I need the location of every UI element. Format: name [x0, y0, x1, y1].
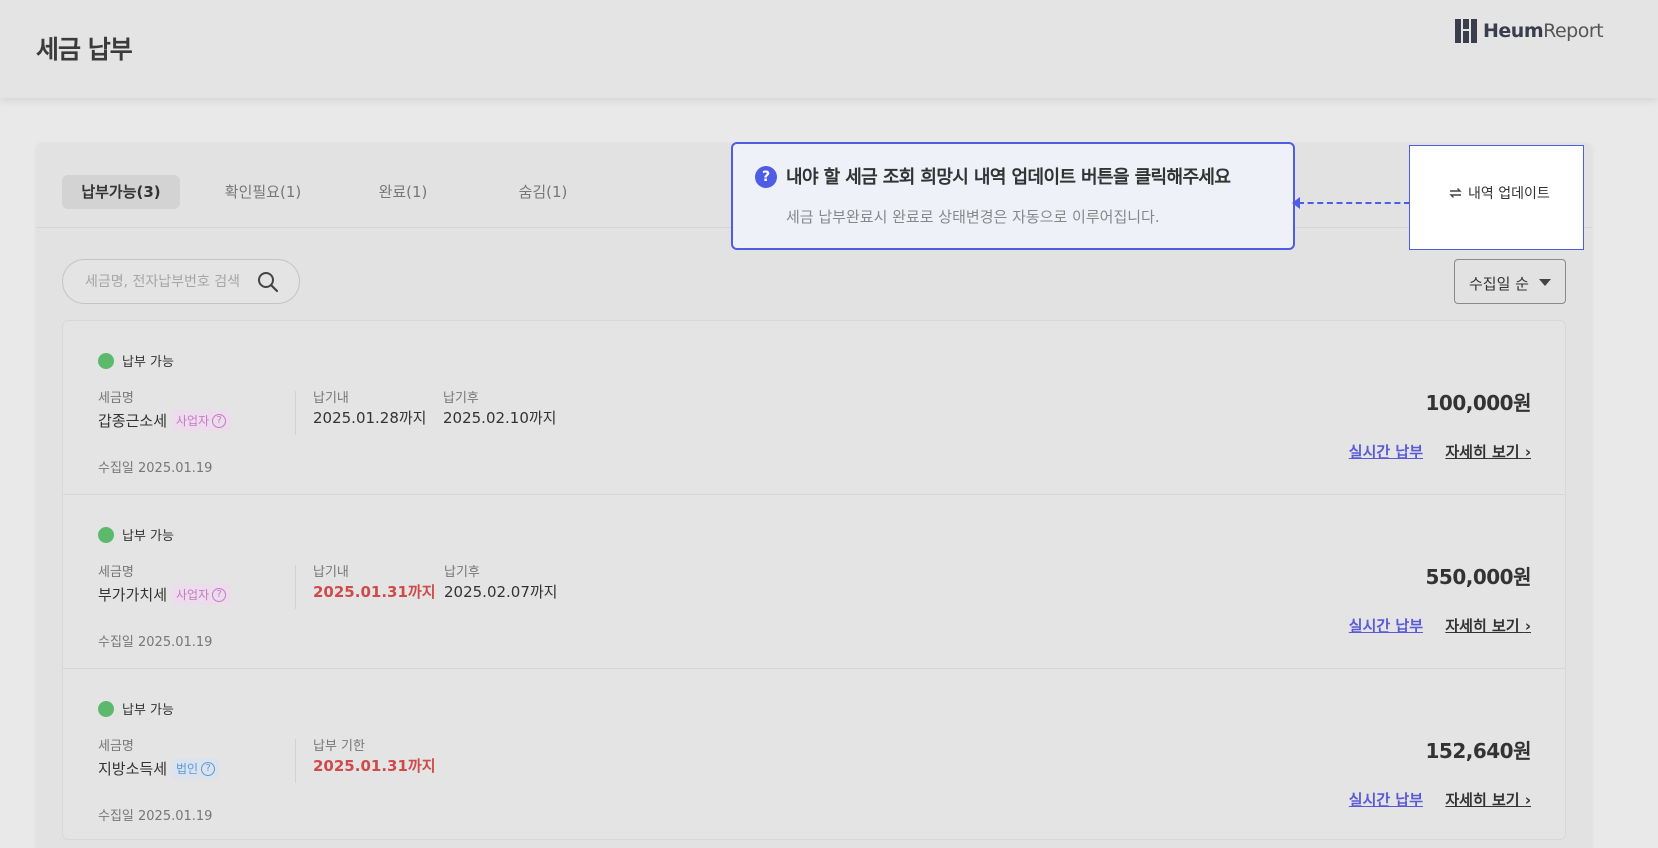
list-item: 납부 가능 세금명 부가가치세 사업자? 납기내 2025.01.31까지 납기… [63, 495, 1565, 669]
sort-selected: 수집일 순 [1469, 275, 1529, 293]
detail-link[interactable]: 자세히 보기 › [1445, 789, 1531, 810]
realtime-pay-link[interactable]: 실시간 납부 [1349, 441, 1423, 462]
divider [295, 739, 296, 783]
refresh-icon [1449, 188, 1462, 198]
realtime-pay-link[interactable]: 실시간 납부 [1349, 789, 1423, 810]
tag-corporate[interactable]: 법인? [172, 758, 220, 779]
question-icon: ? [755, 166, 777, 188]
name-label: 세금명 [98, 565, 134, 580]
divider [295, 391, 296, 435]
help-icon: ? [212, 413, 227, 428]
collected-date: 수집일 2025.01.19 [98, 809, 213, 824]
due-before-date: 2025.01.28까지 [313, 409, 427, 427]
status-dot-icon [98, 700, 114, 717]
due-after-label: 납기후 [444, 565, 480, 580]
due-before-label: 납기내 [313, 391, 349, 406]
list-item: 납부 가능 세금명 갑종근소세 사업자? 납기내 2025.01.28까지 납기… [63, 321, 1565, 495]
search-input[interactable] [85, 271, 255, 293]
tax-name: 갑종근소세 사업자? [98, 410, 231, 431]
help-icon: ? [201, 761, 216, 776]
due-after-date: 2025.02.07까지 [444, 583, 558, 601]
chevron-right-icon: › [1524, 791, 1531, 809]
tax-name: 지방소득세 법인? [98, 758, 220, 779]
logo-text: HeumReport [1483, 20, 1604, 42]
tag-business[interactable]: 사업자? [172, 410, 231, 431]
pointer-dashed-line [1298, 202, 1410, 204]
divider [295, 565, 296, 609]
status-badge: 납부 가능 [98, 525, 174, 544]
tab-hidden[interactable]: 숨김(1) [484, 175, 602, 209]
help-icon: ? [212, 587, 227, 602]
status-dot-icon [98, 352, 114, 369]
due-before-label: 납기내 [313, 565, 349, 580]
tax-amount: 100,000원 [1425, 391, 1532, 415]
tab-needs-check[interactable]: 확인필요(1) [204, 175, 322, 209]
tab-payable[interactable]: 납부가능(3) [62, 175, 180, 209]
update-history-button[interactable]: 내역 업데이트 [1448, 183, 1550, 203]
caret-down-icon [1539, 279, 1551, 286]
status-badge: 납부 가능 [98, 699, 174, 718]
search-box [62, 259, 300, 304]
heumreport-logo[interactable]: HeumReport [1455, 19, 1604, 43]
chevron-right-icon: › [1524, 443, 1531, 461]
tab-completed[interactable]: 완료(1) [344, 175, 462, 209]
tax-list: 납부 가능 세금명 갑종근소세 사업자? 납기내 2025.01.28까지 납기… [62, 320, 1566, 840]
tag-business[interactable]: 사업자? [172, 584, 231, 605]
chevron-right-icon: › [1524, 617, 1531, 635]
sort-dropdown[interactable]: 수집일 순 [1454, 259, 1566, 304]
collected-date: 수집일 2025.01.19 [98, 461, 213, 476]
tooltip-title: 내야 할 세금 조회 희망시 내역 업데이트 버튼을 클릭해주세요 [786, 167, 1231, 188]
due-deadline-date: 2025.01.31까지 [313, 757, 436, 775]
tooltip-subtitle: 세금 납부완료시 완료로 상태변경은 자동으로 이루어집니다. [786, 208, 1160, 226]
search-icon[interactable] [257, 271, 279, 293]
collected-date: 수집일 2025.01.19 [98, 635, 213, 650]
list-item: 납부 가능 세금명 지방소득세 법인? 납부 기한 2025.01.31까지 수… [63, 669, 1565, 843]
tax-name: 부가가치세 사업자? [98, 584, 231, 605]
due-before-date: 2025.01.31까지 [313, 583, 436, 601]
status-badge: 납부 가능 [98, 351, 174, 370]
name-label: 세금명 [98, 391, 134, 406]
logo-mark-icon [1455, 19, 1477, 43]
page-title: 세금 납부 [36, 35, 133, 64]
status-dot-icon [98, 526, 114, 543]
due-after-label: 납기후 [443, 391, 479, 406]
tax-amount: 152,640원 [1425, 739, 1532, 763]
detail-link[interactable]: 자세히 보기 › [1445, 441, 1531, 462]
due-deadline-label: 납부 기한 [313, 739, 365, 754]
name-label: 세금명 [98, 739, 134, 754]
due-after-date: 2025.02.10까지 [443, 409, 557, 427]
tax-amount: 550,000원 [1425, 565, 1532, 589]
update-guide-tooltip: ? 내야 할 세금 조회 희망시 내역 업데이트 버튼을 클릭해주세요 세금 납… [731, 142, 1295, 250]
realtime-pay-link[interactable]: 실시간 납부 [1349, 615, 1423, 636]
detail-link[interactable]: 자세히 보기 › [1445, 615, 1531, 636]
page-header: 세금 납부 HeumReport [0, 0, 1658, 98]
